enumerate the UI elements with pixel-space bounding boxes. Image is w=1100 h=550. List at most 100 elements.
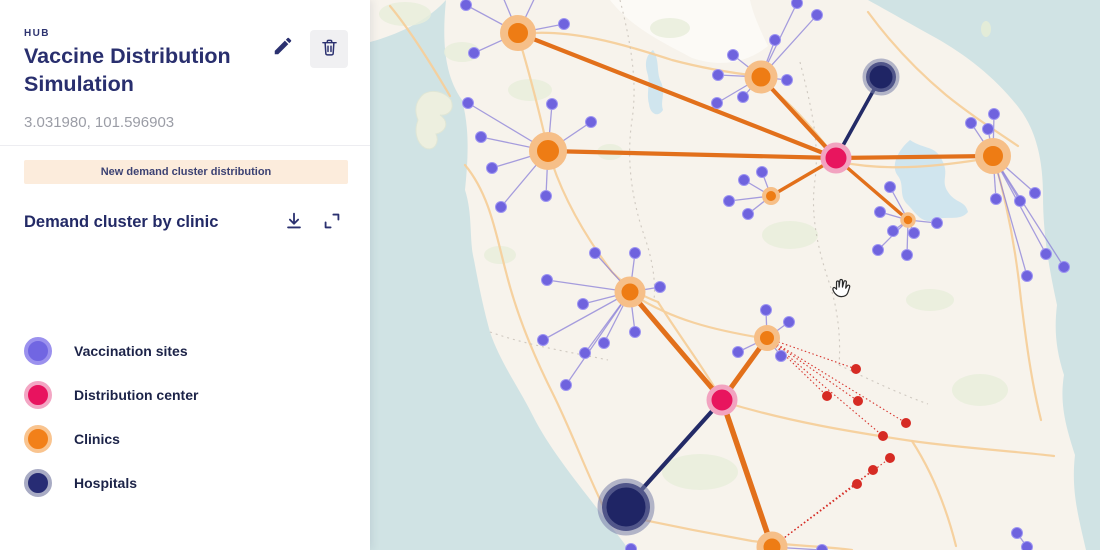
vaccination-site-node[interactable] [733,347,744,358]
vaccination-site-node[interactable] [909,228,920,239]
vaccination-site-node[interactable] [469,48,480,59]
demand-point-node[interactable] [851,364,861,374]
vaccination-site-node[interactable] [966,118,977,129]
legend-label: Vaccination sites [74,343,188,359]
demand-point-node[interactable] [852,479,862,489]
clinic-node[interactable] [760,535,784,550]
vaccination-site-node[interactable] [761,305,772,316]
vaccination-site-node[interactable] [542,275,553,286]
vaccination-site-node[interactable] [713,70,724,81]
vaccination-site-node[interactable] [770,35,781,46]
vaccination-site-node[interactable] [902,250,913,261]
vaccination-site-node[interactable] [728,50,739,61]
map-canvas[interactable] [370,0,1100,550]
vaccination-site-node[interactable] [932,218,943,229]
map[interactable] [370,0,1100,550]
clinic-node[interactable] [979,142,1007,170]
vaccination-site-node[interactable] [626,544,637,550]
vaccination-site-node[interactable] [1059,262,1070,273]
vaccination-site-node[interactable] [541,191,552,202]
demand-point-node[interactable] [822,391,832,401]
clinic-node[interactable] [748,64,774,90]
vaccination-site-node[interactable] [743,209,754,220]
distribution-center-node[interactable] [823,145,849,171]
clinic-node[interactable] [902,214,914,226]
vaccination-site-node[interactable] [875,207,886,218]
demand-point-node[interactable] [878,431,888,441]
vaccination-site-node[interactable] [1030,188,1041,199]
islet [981,21,991,37]
legend-item-clinics: Clinics [24,424,348,454]
download-button[interactable] [278,206,310,238]
expand-button[interactable] [316,206,348,238]
vaccination-site-node[interactable] [983,124,994,135]
forest-patch [952,374,1008,406]
new-demand-banner[interactable]: New demand cluster distribution [24,160,348,184]
clinic-node[interactable] [533,136,563,166]
vaccination-site-node[interactable] [538,335,549,346]
vaccination-site-node[interactable] [1022,271,1033,282]
hospital-node[interactable] [602,483,650,531]
legend-item-hospitals: Hospitals [24,468,348,498]
vaccination-site-node[interactable] [1022,542,1033,550]
vaccination-site-node[interactable] [776,351,787,362]
app: HUB Vaccine Distribution Simulation [0,0,1100,550]
vaccination-site-node[interactable] [590,248,601,259]
vaccination-site-node[interactable] [885,182,896,193]
vaccination-site-node[interactable] [559,19,570,30]
legend-label: Distribution center [74,387,198,403]
vaccination-site-node[interactable] [586,117,597,128]
vaccination-site-node[interactable] [578,299,589,310]
legend-item-distribution-center: Distribution center [24,380,348,410]
forest-patch [379,2,431,26]
vaccination-site-node[interactable] [873,245,884,256]
vaccination-site-node[interactable] [580,348,591,359]
vaccination-site-node[interactable] [630,248,641,259]
vaccination-site-node[interactable] [989,109,1000,120]
supply-route [836,156,993,158]
demand-point-node[interactable] [901,418,911,428]
vaccination-site-node[interactable] [655,282,666,293]
clinic-node[interactable] [757,328,777,348]
vaccination-site-node[interactable] [724,196,735,207]
vaccination-site-node[interactable] [476,132,487,143]
vaccination-site-node[interactable] [496,202,507,213]
vaccination-site-node[interactable] [461,0,472,11]
vaccination-site-node[interactable] [599,338,610,349]
vaccination-site-node[interactable] [812,10,823,21]
page-title: Vaccine Distribution Simulation [24,43,259,98]
legend-label: Clinics [74,431,120,447]
vaccination-site-node[interactable] [784,317,795,328]
download-icon [283,210,305,235]
demand-point-node[interactable] [868,465,878,475]
edit-button[interactable] [266,30,300,64]
vaccination-site-node[interactable] [991,194,1002,205]
vaccination-site-node[interactable] [739,175,750,186]
demand-point-node[interactable] [885,453,895,463]
vaccination-site-node[interactable] [487,163,498,174]
clinic-node[interactable] [618,280,642,304]
expand-icon [321,210,343,235]
vaccination-site-node[interactable] [463,98,474,109]
delete-button[interactable] [310,30,348,68]
vaccination-site-node[interactable] [738,92,749,103]
vaccination-site-node[interactable] [1012,528,1023,539]
forest-patch [650,18,690,38]
demand-point-node[interactable] [853,396,863,406]
vaccination-site-node[interactable] [757,167,768,178]
vaccination-site-node[interactable] [782,75,793,86]
vaccination-site-node[interactable] [547,99,558,110]
hospital-node[interactable] [866,62,896,92]
vaccination-site-node[interactable] [712,98,723,109]
clinic-node[interactable] [504,19,532,47]
clinic-node[interactable] [764,189,778,203]
legend: Vaccination sites Distribution center Cl… [24,336,348,498]
vaccination-site-node[interactable] [792,0,803,9]
vaccination-site-node[interactable] [1015,196,1026,207]
vaccination-site-node[interactable] [888,226,899,237]
vaccination-site-node[interactable] [1041,249,1052,260]
sidebar-header: HUB Vaccine Distribution Simulation [24,0,348,98]
distribution-center-node[interactable] [709,387,735,413]
vaccination-site-node[interactable] [561,380,572,391]
vaccination-site-node[interactable] [630,327,641,338]
